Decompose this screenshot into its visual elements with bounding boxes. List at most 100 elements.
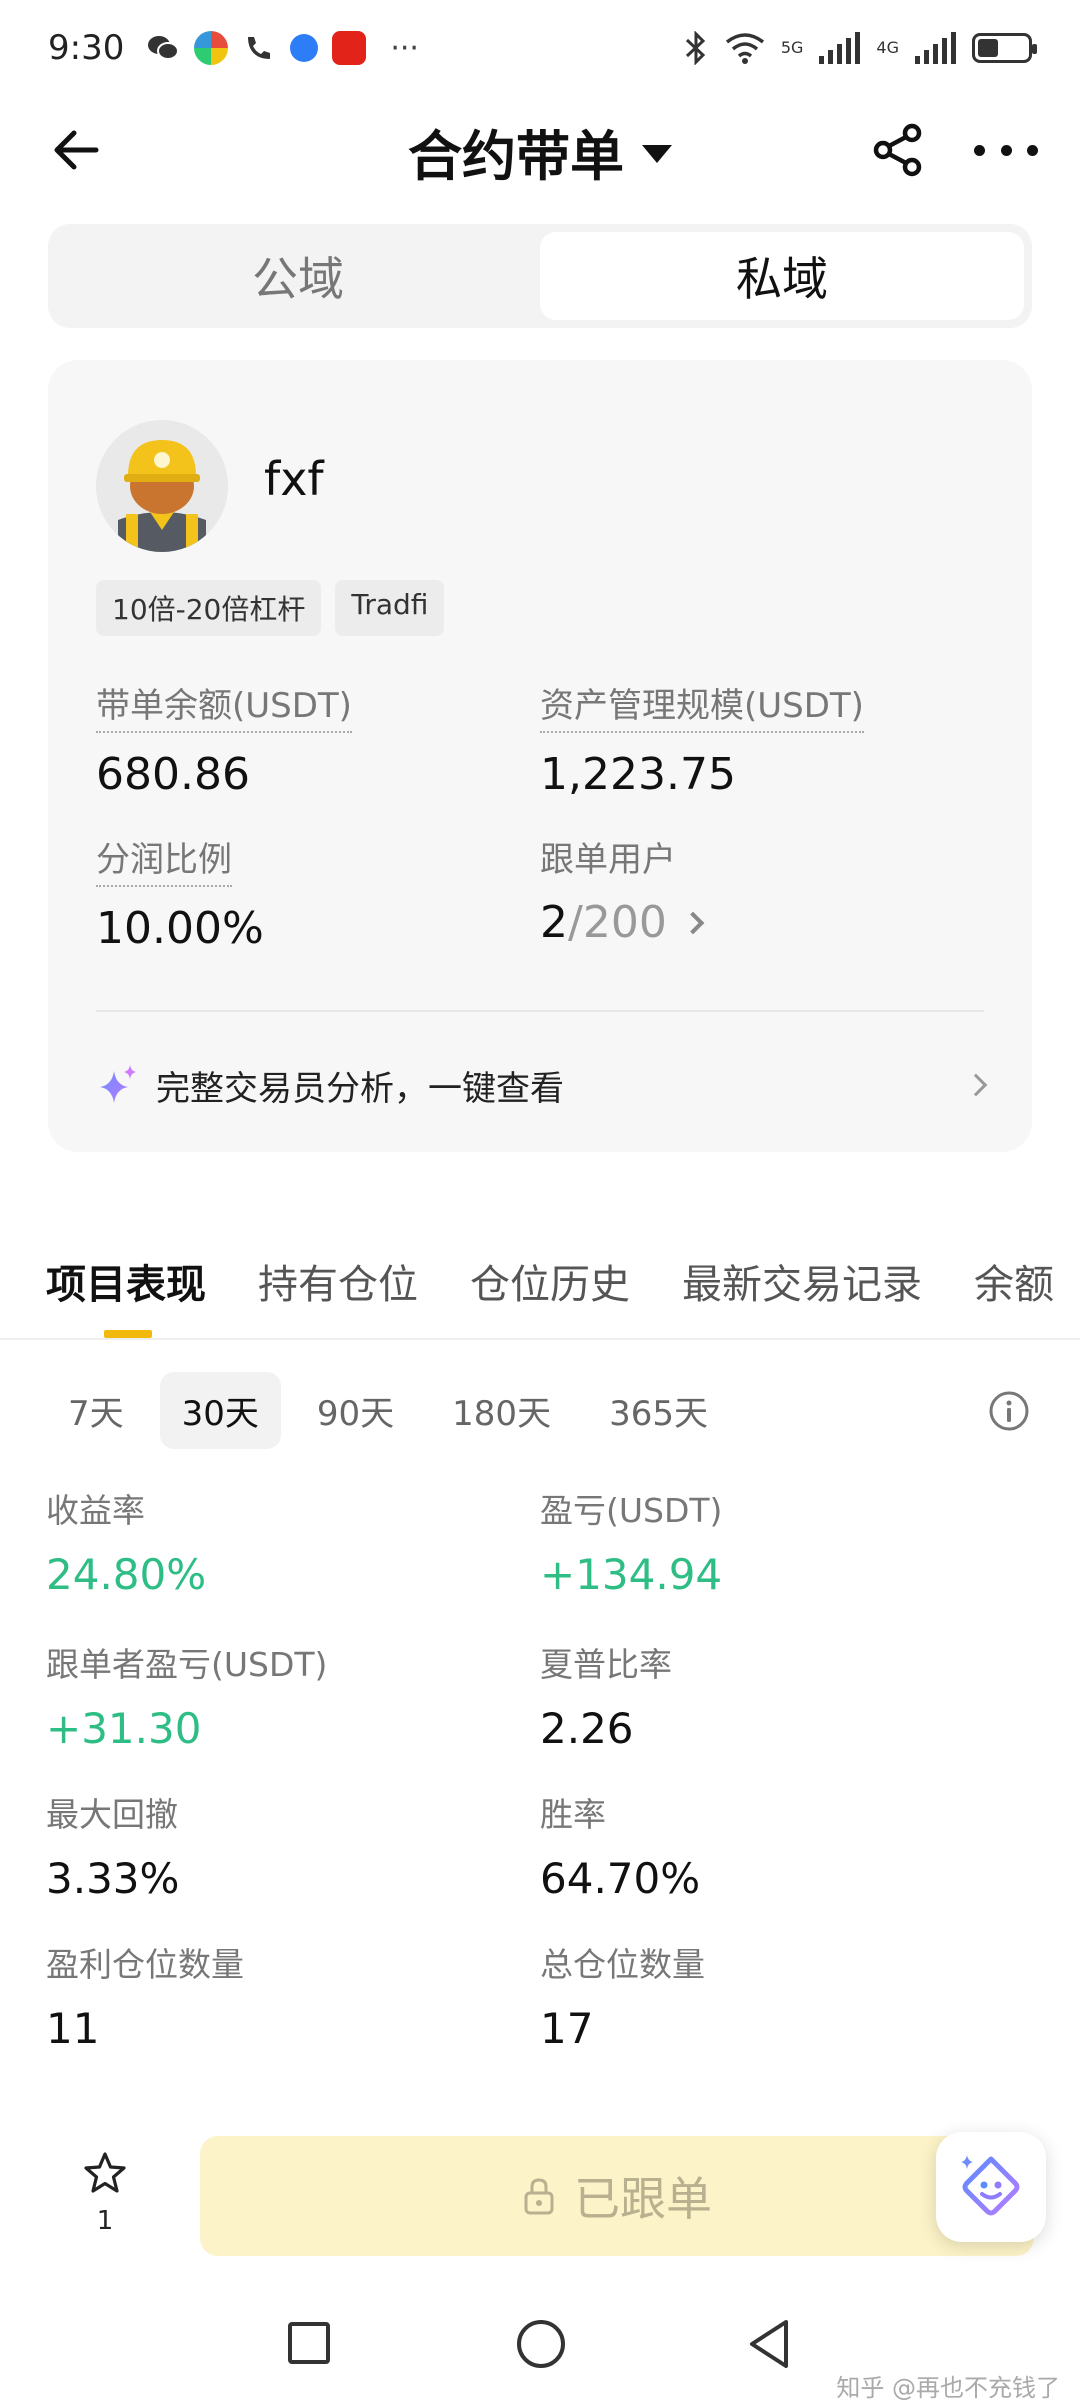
- browser-icon: [194, 31, 229, 65]
- tab-open-positions[interactable]: 持有仓位: [258, 1238, 418, 1338]
- tag-leverage: 10倍-20倍杠杆: [96, 580, 322, 636]
- trader-name: fxf: [264, 452, 324, 506]
- signal-5g-icon: [819, 32, 861, 64]
- chevron-right-icon: [964, 1073, 988, 1097]
- metric-sharpe: 夏普比率 2.26: [540, 1638, 672, 1753]
- metric-win-positions-label: 盈利仓位数量: [46, 1945, 244, 1984]
- app-header: 合约带单: [0, 96, 1080, 206]
- app-blue-icon: [290, 34, 319, 62]
- metric-follower-pnl-label: 跟单者盈亏(USDT): [46, 1645, 328, 1684]
- app-red-icon: [332, 31, 367, 65]
- stat-balance-value: 680.86: [96, 749, 250, 800]
- status-bar: 9:30 ··· 5G 4G: [0, 0, 1080, 96]
- system-icons: 5G 4G: [683, 31, 1037, 65]
- metric-roi-value: 24.80%: [46, 1550, 207, 1599]
- period-180d[interactable]: 180天: [430, 1372, 573, 1449]
- metric-roi: 收益率 24.80%: [46, 1484, 206, 1599]
- stat-followers-value: 2 /200: [540, 897, 705, 948]
- metric-max-drawdown-label: 最大回撤: [46, 1795, 178, 1834]
- followed-label: 已跟单: [574, 2172, 712, 2226]
- metric-win-rate-value: 64.70%: [540, 1854, 701, 1903]
- lock-icon: [524, 2178, 554, 2215]
- segment-public[interactable]: 公域: [56, 232, 540, 320]
- metric-win-rate: 胜率 64.70%: [540, 1788, 700, 1903]
- stat-balance[interactable]: 带单余额(USDT) 680.86: [96, 678, 352, 800]
- avatar[interactable]: [96, 420, 228, 552]
- metric-win-positions: 盈利仓位数量 11: [46, 1938, 244, 2053]
- trader-analysis-link[interactable]: 完整交易员分析，一键查看: [96, 1050, 988, 1120]
- metric-max-drawdown-value: 3.33%: [46, 1854, 180, 1903]
- analysis-text: 完整交易员分析，一键查看: [156, 1068, 564, 1109]
- stat-profit-share-value: 10.00%: [96, 903, 264, 954]
- sparkle-icon: [100, 1065, 136, 1103]
- missed-call-icon: [248, 37, 271, 59]
- signal-4g-icon: [915, 32, 956, 64]
- recent-apps-icon[interactable]: [288, 2322, 330, 2364]
- page-title: 合约带单: [408, 124, 624, 188]
- followers-max: /200: [568, 897, 667, 948]
- stat-profit-share-label: 分润比例: [96, 832, 232, 887]
- stat-followers[interactable]: 跟单用户 2 /200: [540, 832, 705, 948]
- wechat-icon: [148, 36, 180, 60]
- system-nav-bar: 知乎 @再也不充钱了: [0, 2300, 1080, 2400]
- ai-assistant-icon: [961, 2155, 1020, 2216]
- ai-assistant-button[interactable]: [936, 2132, 1046, 2242]
- tab-balance[interactable]: 余额: [974, 1238, 1054, 1338]
- tab-position-history[interactable]: 仓位历史: [470, 1238, 630, 1338]
- period-30d[interactable]: 30天: [159, 1372, 281, 1449]
- metric-win-positions-value: 11: [46, 2004, 100, 2053]
- period-365d[interactable]: 365天: [587, 1372, 730, 1449]
- network-4g-label: 4G: [876, 38, 899, 57]
- tag-tradfi: Tradfi: [335, 580, 445, 636]
- more-notifications-icon: ···: [390, 30, 419, 66]
- card-divider: [96, 1010, 984, 1012]
- info-icon[interactable]: [988, 1390, 1030, 1432]
- metric-follower-pnl: 跟单者盈亏(USDT) +31.30: [46, 1638, 327, 1753]
- stat-aum[interactable]: 资产管理规模(USDT) 1,223.75: [540, 678, 864, 800]
- share-icon[interactable]: [868, 120, 928, 180]
- tab-latest-trades[interactable]: 最新交易记录: [682, 1238, 922, 1338]
- favorite-count: 1: [96, 2206, 114, 2236]
- metric-roi-label: 收益率: [46, 1491, 145, 1530]
- metric-total-positions: 总仓位数量 17: [540, 1938, 705, 2053]
- period-7d[interactable]: 7天: [46, 1372, 146, 1449]
- metric-total-positions-label: 总仓位数量: [540, 1945, 705, 1984]
- nav-back-icon[interactable]: [744, 2316, 794, 2372]
- metric-sharpe-label: 夏普比率: [540, 1645, 672, 1684]
- home-icon[interactable]: [517, 2320, 565, 2368]
- metric-total-positions-value: 17: [540, 2004, 594, 2053]
- period-90d[interactable]: 90天: [295, 1372, 416, 1449]
- status-time: 9:30: [48, 28, 125, 68]
- back-arrow-icon[interactable]: [48, 120, 108, 180]
- network-5g-label: 5G: [780, 38, 804, 57]
- domain-segment: 公域 私域: [48, 224, 1032, 328]
- metric-pnl-label: 盈亏(USDT): [540, 1491, 723, 1530]
- segment-private[interactable]: 私域: [540, 232, 1024, 320]
- stat-aum-value: 1,223.75: [540, 749, 736, 800]
- bluetooth-icon: [685, 31, 705, 65]
- worker-avatar-icon: [96, 420, 228, 552]
- stat-followers-label: 跟单用户: [540, 840, 676, 880]
- star-icon: [84, 2152, 126, 2193]
- metric-pnl-value: +134.94: [540, 1550, 723, 1599]
- metric-pnl: 盈亏(USDT) +134.94: [540, 1484, 722, 1599]
- notification-icons: ···: [146, 31, 419, 66]
- wifi-icon: [725, 33, 764, 64]
- watermark: 知乎 @再也不充钱了: [836, 2374, 1060, 2400]
- period-selector: 7天 30天 90天 180天 365天: [46, 1372, 730, 1449]
- battery-icon: [972, 33, 1037, 63]
- followed-button[interactable]: 已跟单: [200, 2136, 1034, 2256]
- caret-down-icon: [642, 145, 672, 163]
- metric-max-drawdown: 最大回撤 3.33%: [46, 1788, 179, 1903]
- content-tabs: 项目表现 持有仓位 仓位历史 最新交易记录 余额: [0, 1238, 1080, 1340]
- metric-follower-pnl-value: +31.30: [46, 1704, 202, 1753]
- trader-card: fxf 10倍-20倍杠杆 Tradfi 带单余额(USDT) 680.86 资…: [48, 360, 1032, 1152]
- stat-profit-share[interactable]: 分润比例 10.00%: [96, 832, 264, 954]
- followers-current: 2: [540, 897, 568, 948]
- favorite-button[interactable]: 1: [78, 2150, 132, 2236]
- tab-performance[interactable]: 项目表现: [46, 1238, 206, 1338]
- stat-balance-label: 带单余额(USDT): [96, 678, 352, 733]
- trader-tags: 10倍-20倍杠杆 Tradfi: [96, 580, 445, 636]
- more-options-icon[interactable]: [974, 120, 1038, 180]
- stat-aum-label: 资产管理规模(USDT): [540, 678, 864, 733]
